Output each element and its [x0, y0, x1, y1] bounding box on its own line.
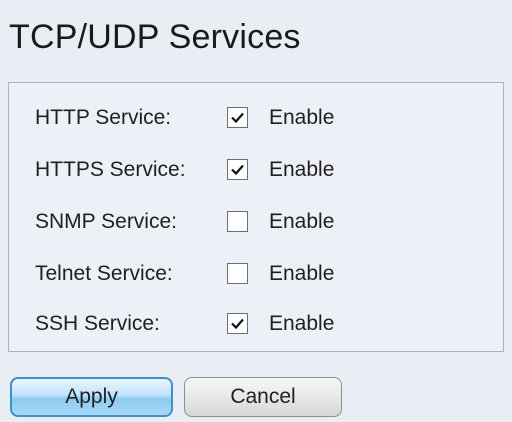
check-icon — [231, 318, 244, 330]
service-label: Telnet Service: — [35, 262, 173, 285]
page-title: TCP/UDP Services — [9, 18, 301, 56]
service-label: HTTP Service: — [35, 106, 172, 129]
service-row-https: HTTPS Service: Enable — [35, 155, 475, 185]
services-settings-box: HTTP Service: Enable HTTPS Service: Enab… — [8, 82, 504, 352]
http-enable-checkbox[interactable] — [227, 107, 248, 128]
tcp-udp-services-panel: TCP/UDP Services HTTP Service: Enable HT… — [0, 0, 512, 422]
apply-button[interactable]: Apply — [10, 377, 173, 417]
telnet-enable-checkbox[interactable] — [227, 263, 248, 284]
service-row-snmp: SNMP Service: Enable — [35, 207, 475, 237]
service-row-telnet: Telnet Service: Enable — [35, 259, 475, 289]
enable-label: Enable — [269, 210, 335, 233]
snmp-enable-checkbox[interactable] — [227, 211, 248, 232]
enable-label: Enable — [269, 106, 335, 129]
enable-label: Enable — [269, 158, 335, 181]
service-row-ssh: SSH Service: Enable — [35, 309, 475, 339]
service-label: SSH Service: — [35, 312, 160, 335]
check-icon — [231, 164, 244, 176]
enable-label: Enable — [269, 312, 335, 335]
check-icon — [231, 112, 244, 124]
ssh-enable-checkbox[interactable] — [227, 313, 248, 334]
https-enable-checkbox[interactable] — [227, 159, 248, 180]
service-row-http: HTTP Service: Enable — [35, 103, 475, 133]
service-label: HTTPS Service: — [35, 158, 186, 181]
cancel-button[interactable]: Cancel — [184, 377, 342, 417]
enable-label: Enable — [269, 262, 335, 285]
service-label: SNMP Service: — [35, 210, 177, 233]
